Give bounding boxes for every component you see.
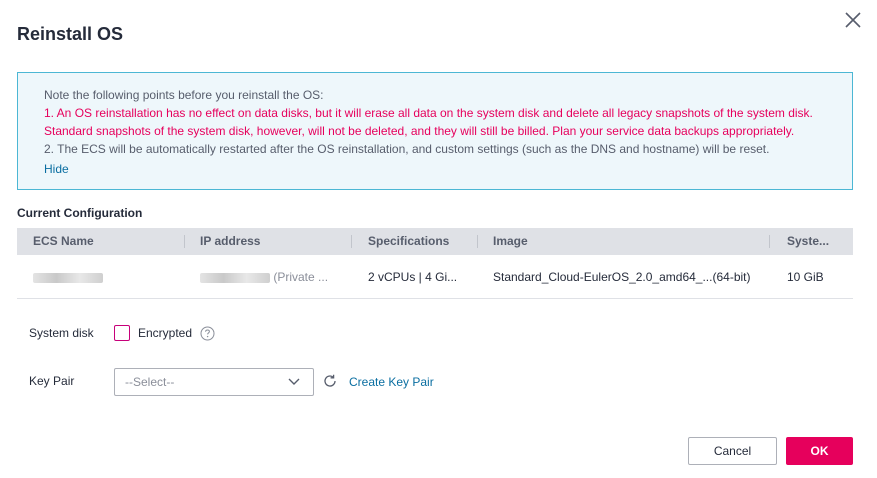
encrypted-checkbox[interactable] [114,325,130,341]
close-icon[interactable] [843,10,863,30]
chevron-down-icon [288,378,300,385]
dialog-title: Reinstall OS [17,24,124,44]
column-divider [477,235,478,248]
hide-notice-link[interactable]: Hide [44,162,69,176]
column-header-ecs-name: ECS Name [33,234,94,248]
redacted-ip-address [200,272,270,283]
specifications-cell: 2 vCPUs | 4 Gi... [368,270,458,284]
refresh-icon[interactable] [322,373,338,389]
system-disk-cell: 10 GiB [787,270,824,284]
column-header-specifications: Specifications [368,234,450,248]
encrypted-label[interactable]: Encrypted [138,326,192,340]
system-disk-label: System disk [29,326,94,340]
key-pair-placeholder: --Select-- [125,375,175,389]
create-key-pair-link[interactable]: Create Key Pair [349,375,434,389]
column-header-system-disk: Syste... [787,234,830,248]
ip-address-cell: (Private ... [200,255,328,299]
cancel-button[interactable]: Cancel [688,437,777,465]
help-circle-icon[interactable] [200,326,215,341]
current-configuration-title: Current Configuration [17,206,143,220]
notice-intro: Note the following points before you rei… [44,88,324,102]
notice-point-1: 1. An OS reinstallation has no effect on… [44,106,813,120]
redacted-ecs-name [33,272,103,283]
ip-type-label: (Private ... [273,270,329,284]
table-header: ECS Name IP address Specifications Image… [17,228,853,255]
ok-button[interactable]: OK [786,437,853,465]
column-divider [184,235,185,248]
column-header-ip-address: IP address [200,234,261,248]
column-divider [769,235,770,248]
table-row: (Private ... 2 vCPUs | 4 Gi... Standard_… [17,255,853,299]
current-configuration-table: ECS Name IP address Specifications Image… [17,228,853,299]
column-header-image: Image [493,234,528,248]
key-pair-label: Key Pair [29,374,75,388]
ecs-name-cell [33,255,103,299]
key-pair-select[interactable]: --Select-- [114,368,314,396]
image-cell: Standard_Cloud-EulerOS_2.0_amd64_...(64-… [493,270,751,284]
reinstall-notice: Note the following points before you rei… [17,72,853,190]
notice-point-2: 2. The ECS will be automatically restart… [44,142,770,156]
column-divider [351,235,352,248]
notice-point-1-continued: Standard snapshots of the system disk, h… [44,124,795,138]
